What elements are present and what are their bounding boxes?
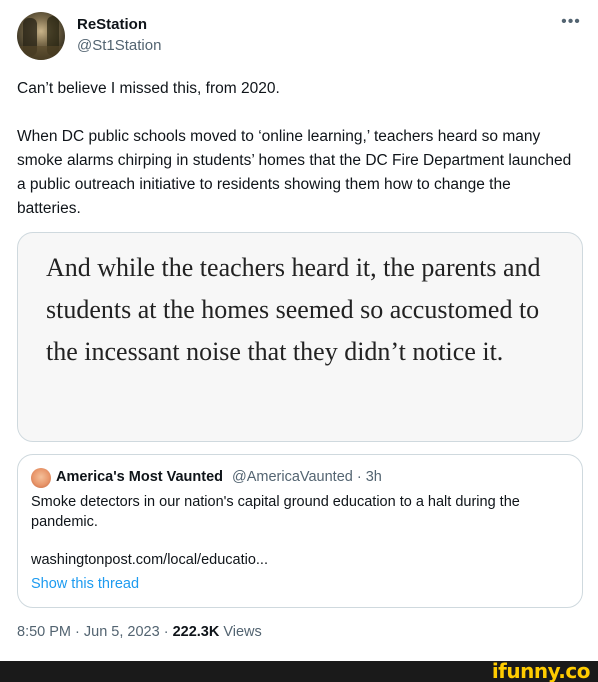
tweet-media-image[interactable]: And while the teachers heard it, the par… [17,232,583,442]
tweet-text-line: Can’t believe I missed this, from 2020. [17,80,280,97]
tweet-meta: 8:50 PM · Jun 5, 2023 · 222.3K Views [17,624,262,640]
author-display-name[interactable]: ReStation [77,16,147,33]
quoted-tweet-card[interactable]: America's Most Vaunted @AmericaVaunted ·… [17,454,583,608]
views-label: Views [219,624,262,640]
media-quote-text: And while the teachers heard it, the par… [46,253,541,366]
author-avatar[interactable] [17,12,65,60]
tweet-header: ReStation @St1Station ••• [17,12,583,60]
tweet-text-paragraph: When DC public schools moved to ‘online … [17,128,572,217]
quoted-tweet-text: Smoke detectors in our nation's capital … [31,494,520,530]
quoted-author-avatar[interactable] [31,468,51,488]
more-horizontal-icon[interactable]: ••• [559,14,583,34]
quoted-author-name[interactable]: America's Most Vaunted [56,469,223,485]
tweet-body: Can’t believe I missed this, from 2020. … [17,77,577,221]
author-handle[interactable]: @St1Station [77,37,161,54]
quoted-tweet-link[interactable]: washingtonpost.com/local/educatio... [31,552,268,568]
views-count: 222.3K [172,624,220,640]
show-thread-link[interactable]: Show this thread [31,576,139,592]
watermark-bar: ifunny.co [0,661,598,682]
tweet-timestamp[interactable]: 8:50 PM · Jun 5, 2023 · [17,624,173,640]
ifunny-watermark-logo: ifunny.co [491,659,591,682]
quoted-author-handle-time: @AmericaVaunted · 3h [232,469,382,485]
